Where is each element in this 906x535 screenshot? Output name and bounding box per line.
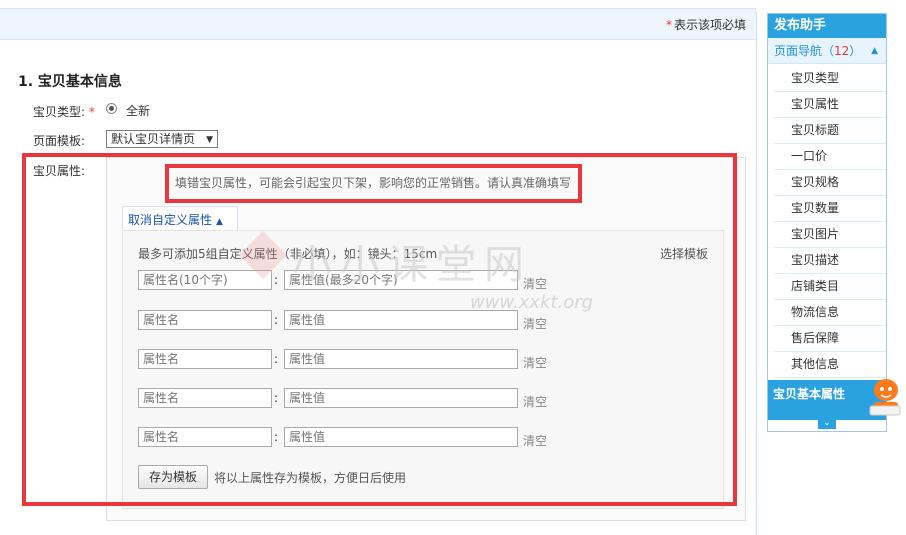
nav-item[interactable]: 宝贝描述 [774,248,886,274]
attr-value-input[interactable] [284,310,518,330]
helper-title: 发布助手 [768,14,886,38]
chevron-down-icon: ▼ [206,135,213,145]
cancel-custom-attr-link[interactable]: 取消自定义属性 ▲ [128,211,223,228]
save-template-note: 将以上属性存为模板，方便日后使用 [214,471,407,485]
item-type-radio[interactable] [106,103,117,114]
attr-name-input[interactable] [138,310,272,330]
attr-colon: : [274,352,279,366]
nav-item[interactable]: 售后保障 [774,326,886,352]
page-template-label: 页面模板: [33,134,86,148]
nav-item[interactable]: 宝贝图片 [774,222,886,248]
attr-colon: : [274,273,279,287]
caret-up-icon: ▲ [216,217,223,227]
nav-item[interactable]: 店铺类目 [774,274,886,300]
page-nav-toggle[interactable]: 页面导航（12） ▲ [768,38,886,64]
page-nav-list: 宝贝类型 宝贝属性 宝贝标题 一口价 宝贝规格 宝贝数量 宝贝图片 宝贝描述 店… [768,66,886,378]
clear-button[interactable]: 清空 [523,432,547,449]
attr-colon: : [274,430,279,444]
item-type-label: 宝贝类型: * [33,105,95,119]
attr-value-input[interactable] [284,388,518,408]
attr-name-input[interactable] [138,349,272,369]
nav-item[interactable]: 其他信息 [774,352,886,378]
clear-button[interactable]: 清空 [523,354,547,371]
save-template-button[interactable]: 存为模板 [138,465,208,489]
custom-attr-tab: 取消自定义属性 ▲ [122,206,238,231]
clear-button[interactable]: 清空 [523,315,547,332]
publish-helper: 发布助手 页面导航（12） ▲ 宝贝类型 宝贝属性 宝贝标题 一口价 宝贝规格 … [767,13,887,432]
attr-value-input[interactable] [284,349,518,369]
select-template-link[interactable]: 选择模板 [660,245,708,262]
chevron-down-icon[interactable]: ⌄ [818,418,836,429]
nav-item[interactable]: 宝贝类型 [774,66,886,92]
attr-colon: : [274,391,279,405]
attr-colon: : [274,313,279,327]
custom-attr-hint: 最多可添加5组自定义属性（非必填），如：镜头：15cm [138,247,438,261]
item-attr-label: 宝贝属性: [33,164,86,178]
attr-name-input[interactable] [138,427,272,447]
section-title: 1. 宝贝基本信息 [18,74,122,90]
nav-item[interactable]: 一口价 [774,144,886,170]
nav-item[interactable]: 宝贝属性 [774,92,886,118]
nav-item[interactable]: 物流信息 [774,300,886,326]
attr-value-input[interactable] [284,270,518,290]
helper-footer: 宝贝基本属性 [768,380,886,420]
item-type-option-label: 全新 [126,104,151,118]
attr-value-input[interactable] [284,427,518,447]
clear-button[interactable]: 清空 [523,275,547,292]
caret-up-icon: ▲ [871,46,878,56]
clear-button[interactable]: 清空 [523,393,547,410]
nav-item[interactable]: 宝贝规格 [774,170,886,196]
attribute-warning: 填错宝贝属性，可能会引起宝贝下架，影响您的正常销售。请认真准确填写 [175,176,572,190]
page-template-select[interactable]: 默认宝贝详情页 ▼ [106,130,218,148]
attr-name-input[interactable] [138,388,272,408]
nav-item[interactable]: 宝贝标题 [774,118,886,144]
nav-item[interactable]: 宝贝数量 [774,196,886,222]
attr-name-input[interactable] [138,270,272,290]
